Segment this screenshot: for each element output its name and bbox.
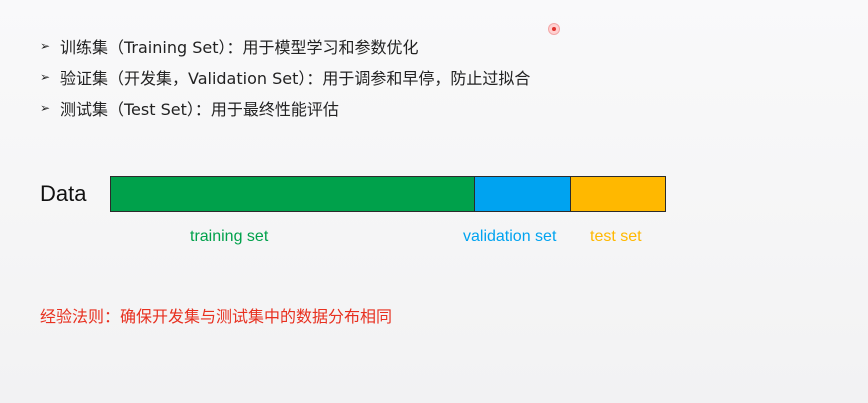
test-set-label: test set (590, 228, 642, 245)
bullet-text: 训练集（Training Set）：用于模型学习和参数优化 (60, 37, 419, 57)
bullet-validation: ➢ 验证集（开发集，Validation Set）：用于调参和早停，防止过拟合 (40, 61, 530, 92)
dataset-split-bar (110, 176, 666, 212)
test-segment (571, 176, 666, 212)
arrow-bullet-icon: ➢ (40, 69, 51, 84)
validation-segment (475, 176, 571, 212)
rule-of-thumb: 经验法则：确保开发集与测试集中的数据分布相同 (40, 307, 393, 326)
training-set-label: training set (190, 228, 269, 245)
validation-set-label: validation set (463, 228, 557, 245)
arrow-bullet-icon: ➢ (40, 38, 51, 53)
bullet-text: 测试集（Test Set）：用于最终性能评估 (60, 99, 339, 119)
pointer-dot-icon (549, 24, 559, 34)
slide: ➢ 训练集（Training Set）：用于模型学习和参数优化 ➢ 验证集（开发… (0, 0, 868, 403)
bullet-list: ➢ 训练集（Training Set）：用于模型学习和参数优化 ➢ 验证集（开发… (40, 30, 530, 123)
training-segment (110, 176, 475, 212)
bullet-text: 验证集（开发集，Validation Set）：用于调参和早停，防止过拟合 (60, 68, 531, 88)
bullet-training: ➢ 训练集（Training Set）：用于模型学习和参数优化 (40, 30, 530, 61)
arrow-bullet-icon: ➢ (40, 100, 51, 115)
data-label: Data (40, 181, 87, 206)
bullet-test: ➢ 测试集（Test Set）：用于最终性能评估 (40, 92, 530, 123)
